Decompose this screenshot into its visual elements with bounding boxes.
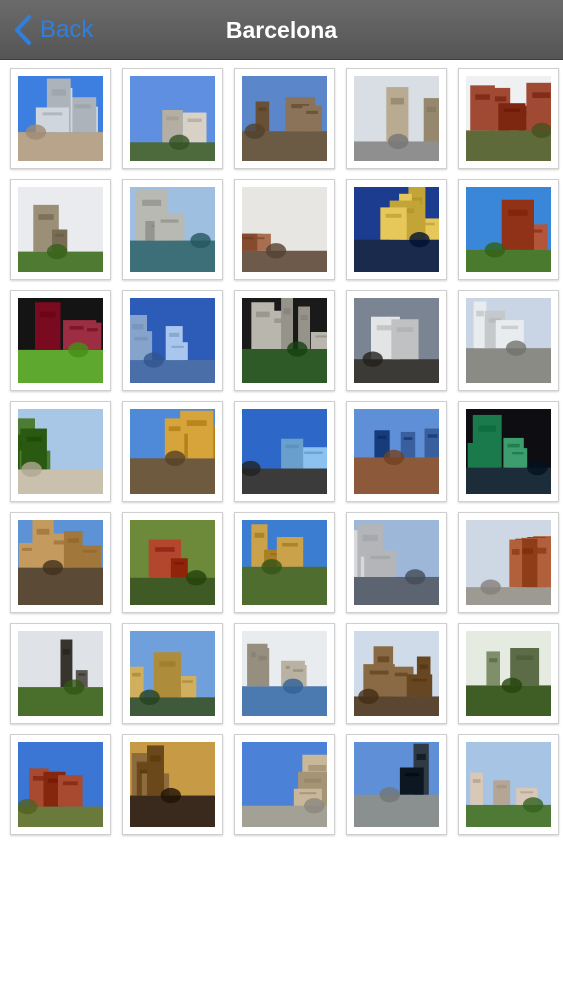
photo-image <box>242 520 327 605</box>
photo-image <box>466 187 551 272</box>
photo-image <box>354 76 439 161</box>
photo-thumbnail[interactable] <box>122 623 223 724</box>
photo-image <box>354 298 439 383</box>
photo-thumbnail[interactable] <box>458 734 559 835</box>
photo-image <box>130 631 215 716</box>
photo-image <box>354 742 439 827</box>
photo-thumbnail[interactable] <box>234 623 335 724</box>
photo-thumbnail[interactable] <box>122 734 223 835</box>
photo-image <box>242 298 327 383</box>
photo-thumbnail[interactable] <box>10 290 111 391</box>
photo-image <box>18 187 103 272</box>
photo-image <box>242 631 327 716</box>
photo-thumbnail[interactable] <box>458 290 559 391</box>
photo-image <box>130 742 215 827</box>
photo-thumbnail[interactable] <box>458 623 559 724</box>
photo-thumbnail[interactable] <box>234 401 335 502</box>
photo-image <box>18 76 103 161</box>
photo-thumbnail[interactable] <box>10 734 111 835</box>
photo-image <box>130 298 215 383</box>
photo-grid <box>10 68 559 835</box>
photo-image <box>130 76 215 161</box>
photo-image <box>242 742 327 827</box>
photo-thumbnail[interactable] <box>122 512 223 613</box>
photo-image <box>18 298 103 383</box>
photo-image <box>18 742 103 827</box>
photo-thumbnail[interactable] <box>346 734 447 835</box>
photo-image <box>466 76 551 161</box>
photo-thumbnail[interactable] <box>234 290 335 391</box>
photo-image <box>130 187 215 272</box>
photo-thumbnail[interactable] <box>234 68 335 169</box>
photo-image <box>18 631 103 716</box>
chevron-left-icon <box>12 12 38 48</box>
photo-thumbnail[interactable] <box>234 179 335 280</box>
photo-image <box>466 631 551 716</box>
photo-image <box>466 298 551 383</box>
photo-image <box>354 187 439 272</box>
photo-thumbnail[interactable] <box>10 623 111 724</box>
photo-image <box>466 409 551 494</box>
photo-thumbnail[interactable] <box>122 290 223 391</box>
photo-thumbnail[interactable] <box>458 68 559 169</box>
photo-image <box>242 409 327 494</box>
photo-image <box>354 631 439 716</box>
photo-image <box>18 520 103 605</box>
photo-image <box>242 76 327 161</box>
photo-image <box>130 520 215 605</box>
back-button-label: Back <box>40 16 94 43</box>
photo-thumbnail[interactable] <box>122 68 223 169</box>
photo-thumbnail[interactable] <box>10 179 111 280</box>
photo-thumbnail[interactable] <box>458 512 559 613</box>
photo-thumbnail[interactable] <box>346 179 447 280</box>
photo-image <box>242 187 327 272</box>
photo-thumbnail[interactable] <box>346 401 447 502</box>
photo-thumbnail[interactable] <box>10 68 111 169</box>
photo-image <box>130 409 215 494</box>
photo-image <box>354 409 439 494</box>
photo-thumbnail[interactable] <box>346 512 447 613</box>
photo-thumbnail[interactable] <box>458 401 559 502</box>
photo-thumbnail[interactable] <box>458 179 559 280</box>
photo-thumbnail[interactable] <box>10 512 111 613</box>
photo-thumbnail[interactable] <box>234 512 335 613</box>
photo-image <box>466 742 551 827</box>
photo-image <box>466 520 551 605</box>
photo-thumbnail[interactable] <box>346 290 447 391</box>
photo-thumbnail[interactable] <box>346 68 447 169</box>
photo-image <box>18 409 103 494</box>
photo-thumbnail[interactable] <box>346 623 447 724</box>
photo-thumbnail[interactable] <box>122 401 223 502</box>
photo-thumbnail[interactable] <box>122 179 223 280</box>
photo-thumbnail[interactable] <box>10 401 111 502</box>
navigation-bar: Back Barcelona <box>0 0 563 60</box>
photo-thumbnail[interactable] <box>234 734 335 835</box>
back-button[interactable]: Back <box>12 12 93 48</box>
photo-image <box>354 520 439 605</box>
